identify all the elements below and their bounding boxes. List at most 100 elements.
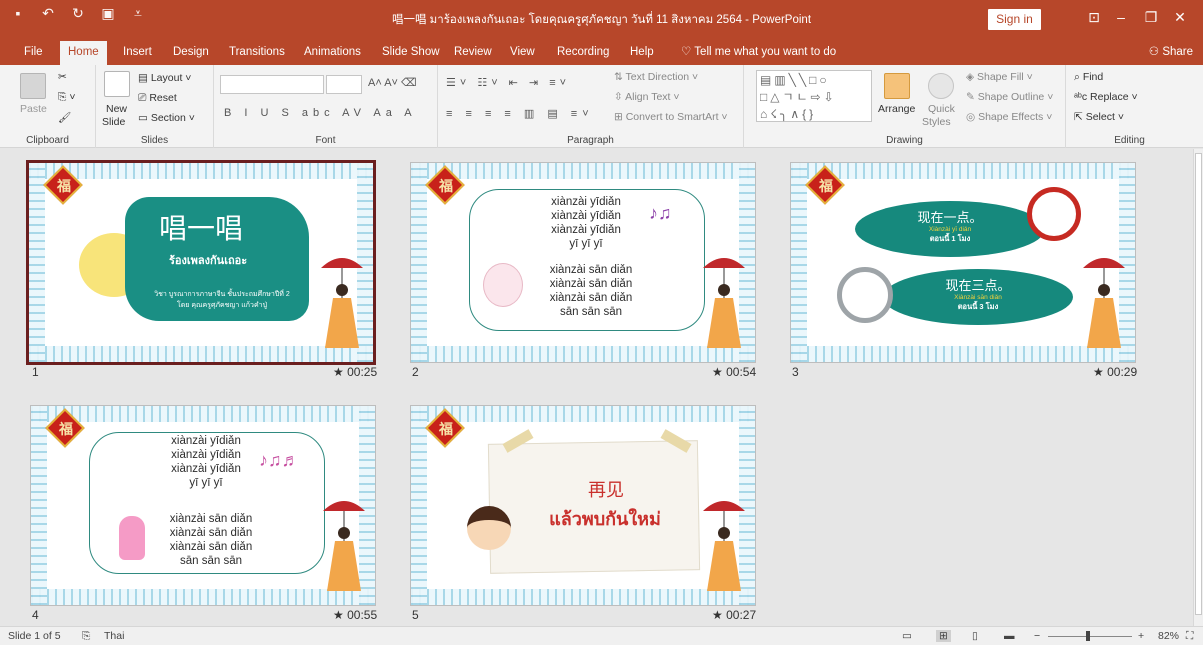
pattern-border-left [791, 163, 807, 362]
shape-effects-button[interactable]: ◎ Shape Effects ˅ [966, 111, 1052, 123]
slide-thumbnail-1[interactable]: 福 唱一唱 ร้องเพลงกันเถอะ วิชา บูรณาการภาษาจ… [26, 160, 376, 365]
zoom-out-icon[interactable]: − [1034, 630, 1040, 642]
tab-home[interactable]: Home [60, 41, 107, 65]
format-painter-icon[interactable]: 🖌 [58, 111, 71, 124]
text-direction-button[interactable]: ⇅ Text Direction ˅ [614, 71, 698, 83]
tab-slide-show[interactable]: Slide Show [374, 41, 448, 65]
spelling-check-icon[interactable]: ⎘ [82, 630, 90, 643]
align-buttons[interactable]: ≡ ≡ ≡ ≡ ▥ ▤ ≡˅ [446, 107, 594, 120]
tab-transitions[interactable]: Transitions [221, 41, 293, 65]
tab-recording[interactable]: Recording [549, 41, 617, 65]
ribbon-display-options-icon[interactable]: ⊡ [1084, 9, 1104, 26]
quick-styles-icon[interactable] [928, 73, 954, 99]
vertical-scrollbar[interactable] [1193, 149, 1203, 626]
paragraph-label: Paragraph [567, 135, 614, 146]
replace-button[interactable]: ᵃᵇc Replace ˅ [1074, 91, 1138, 103]
slide-thumbnail-3[interactable]: 福 现在一点。 Xiànzài yī diǎn ตอนนี้ 1 โมง 现在三… [790, 162, 1136, 363]
reading-view-icon[interactable]: ▯ [972, 630, 978, 642]
new-slide-button[interactable]: New [106, 103, 127, 115]
tab-design[interactable]: Design [165, 41, 217, 65]
slide-number-3: 3 [792, 365, 799, 379]
zoom-in-icon[interactable]: + [1138, 630, 1144, 642]
cut-icon[interactable]: ✂ [58, 71, 67, 83]
sign-in-button[interactable]: Sign in [988, 9, 1041, 30]
shapes-gallery[interactable]: ▤▥╲╲□○ □△ㄱㄴ⇨⇩ ⌂☇╮∧{} [756, 70, 872, 122]
text-direction-label: Text Direction [625, 71, 690, 83]
copy-icon[interactable]: ⎘ ˅ [58, 91, 75, 104]
arrange-button[interactable]: Arrange [878, 103, 915, 115]
slide-sorter-view-icon[interactable]: ⊞ [936, 630, 951, 642]
list-buttons[interactable]: ☰˅ ☷˅ ⇤ ⇥ ≡˅ [446, 76, 570, 89]
restore-icon[interactable]: ❐ [1141, 9, 1161, 26]
slide-timing-4: ★ 00:55 [333, 608, 377, 622]
tab-review[interactable]: Review [446, 41, 500, 65]
pattern-border-bottom [411, 346, 755, 362]
tab-help[interactable]: Help [622, 41, 662, 65]
lyric-line: sān sān sān [559, 306, 622, 318]
fu-character: 福 [819, 179, 833, 195]
tell-me-search[interactable]: ♡ Tell me what you want to do [681, 41, 836, 63]
reset-button[interactable]: ⎚ Reset [138, 92, 177, 105]
start-from-beginning-icon[interactable]: ▣ [100, 5, 116, 22]
font-size-combo[interactable] [326, 75, 362, 94]
pattern-border-top [411, 163, 755, 179]
tab-file[interactable]: File [16, 41, 51, 65]
share-button[interactable]: ⚇ Share [1149, 41, 1193, 63]
font-format-buttons[interactable]: B I U S abc AV Aa A [224, 107, 417, 119]
lyric-line: xiànzài yīdiǎn [171, 435, 241, 447]
layout-label: Layout [150, 72, 183, 84]
zoom-slider[interactable] [1048, 636, 1132, 637]
shape-fill-button[interactable]: ◈ Shape Fill ˅ [966, 71, 1033, 83]
slide-thumbnail-2[interactable]: 福 xiànzài yīdiǎn xiànzài yīdiǎn xiànzài … [410, 162, 756, 363]
find-button[interactable]: ⌕ Find [1074, 71, 1103, 84]
zoom-slider-thumb[interactable] [1086, 631, 1090, 641]
fit-to-window-icon[interactable]: ⛶ [1186, 630, 1193, 643]
language-indicator[interactable]: Thai [104, 630, 124, 642]
oval1-pinyin: Xiànzài yī diǎn [928, 226, 972, 233]
undo-icon[interactable]: ↶ [40, 5, 56, 22]
convert-smartart-button[interactable]: ⊞ Convert to SmartArt ˅ [614, 111, 728, 123]
music-notes-icon: ♪♫♬ [259, 450, 300, 470]
save-icon[interactable]: ▪ [10, 5, 26, 22]
select-button[interactable]: ⇱ Select ˅ [1074, 111, 1124, 123]
tab-view[interactable]: View [502, 41, 543, 65]
arrange-icon[interactable] [884, 73, 910, 99]
lyric-line: xiànzài sān diǎn [169, 513, 253, 525]
slide-sorter: 福 唱一唱 ร้องเพลงกันเถอะ วิชา บูรณาการภาษาจ… [0, 149, 1193, 626]
star-icon: ★ [712, 365, 727, 379]
slide-number-2: 2 [412, 365, 419, 379]
minimize-icon[interactable]: – [1111, 9, 1131, 25]
normal-view-icon[interactable]: ▭ [902, 630, 912, 642]
font-label: Font [315, 135, 336, 146]
font-size-buttons[interactable]: A˄ A˅ ⌫ [368, 76, 417, 89]
font-name-combo[interactable] [220, 75, 324, 94]
slide-show-view-icon[interactable]: ▬ [1004, 630, 1015, 642]
pattern-border-left [29, 163, 45, 362]
paste-icon[interactable] [20, 73, 46, 99]
pattern-border-top [411, 406, 755, 422]
align-text-button[interactable]: ⇳ Align Text ˅ [614, 91, 680, 103]
slide-thumbnail-5[interactable]: 福 再见 แล้วพบกันใหม่ [410, 405, 756, 606]
close-icon[interactable]: ✕ [1170, 9, 1190, 26]
quick-styles-button[interactable]: Quick [928, 103, 955, 115]
redo-icon[interactable]: ↻ [70, 5, 86, 22]
layout-button[interactable]: ▤ Layout ˅ [138, 72, 191, 84]
zoom-level[interactable]: 82% [1158, 630, 1179, 642]
slide-timing-value-5: 00:27 [726, 608, 757, 622]
customize-qat-icon[interactable]: ⩡ [130, 5, 146, 22]
section-button[interactable]: ▭ Section ˅ [138, 112, 195, 124]
align-text-label: Align Text [625, 91, 671, 103]
shape-outline-button[interactable]: ✎ Shape Outline ˅ [966, 91, 1053, 103]
slide-thumbnail-4[interactable]: 福 xiànzài yīdiǎn xiànzài yīdiǎn xiànzài … [30, 405, 376, 606]
slide1-subtitle: ร้องเพลงกันเถอะ [169, 255, 248, 267]
tab-animations[interactable]: Animations [296, 41, 369, 65]
lightbulb-icon: ♡ [681, 46, 695, 58]
pattern-border-left [31, 406, 47, 605]
scrollbar-thumb[interactable] [1195, 153, 1202, 615]
new-slide-label2: Slide [102, 116, 126, 128]
convert-smartart-label: Convert to SmartArt [625, 111, 719, 123]
new-slide-icon[interactable] [104, 71, 130, 97]
slide-timing-value-2: 00:54 [726, 365, 757, 379]
paste-button[interactable]: Paste [20, 103, 47, 115]
tab-insert[interactable]: Insert [115, 41, 160, 65]
